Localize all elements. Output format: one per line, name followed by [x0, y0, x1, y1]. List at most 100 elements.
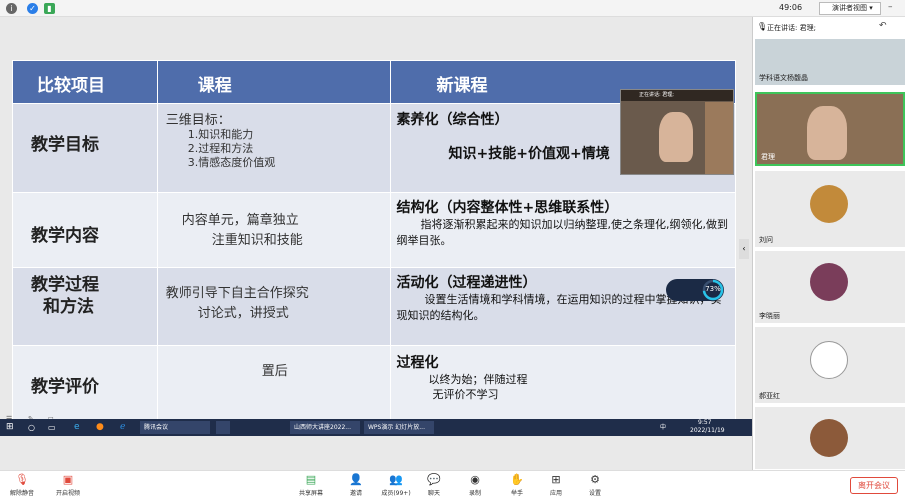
meeting-timer: 49:06: [779, 3, 803, 12]
cpu-progress-badge[interactable]: 73%: [666, 279, 724, 301]
taskbar-app-label: WPS演示 幻灯片放...: [368, 424, 425, 431]
record-icon: ◉: [470, 473, 480, 486]
participant-tile[interactable]: 学科语文杨馥晶: [755, 39, 905, 85]
minimize-icon[interactable]: –: [888, 2, 893, 12]
participant-tile[interactable]: 刘问: [755, 171, 905, 247]
meeting-toolbar: 🎙 解除静音 ▣ 开启视频 ▤ 共享屏幕 👤 邀请 👥 成员(99+) 💬 聊天…: [0, 470, 905, 499]
ie-icon[interactable]: ℯ: [120, 421, 125, 434]
right-line: 无评价不学习: [432, 388, 499, 401]
share-screen-button[interactable]: ▤ 共享屏幕: [289, 473, 333, 497]
leave-meeting-button[interactable]: 离开会议: [850, 477, 898, 494]
settings-icon: ⚙: [590, 473, 600, 486]
taskbar-app[interactable]: WPS演示 幻灯片放...: [364, 421, 434, 434]
row-label: 和方法: [43, 297, 94, 317]
firefox-icon[interactable]: ●: [96, 421, 104, 434]
input-language[interactable]: 中: [660, 421, 666, 434]
participant-tile[interactable]: 郝亚红: [755, 327, 905, 403]
row-label: 教学内容: [12, 192, 158, 268]
participant-name: 李晓丽: [759, 312, 780, 320]
participant-tile[interactable]: 李晓丽: [755, 251, 905, 323]
settings-button[interactable]: ⚙ 设置: [573, 473, 617, 497]
middle-line: 教师引导下自主合作探究: [165, 286, 309, 301]
members-icon: 👥: [389, 473, 403, 486]
button-label: 举手: [510, 490, 523, 497]
taskbar-app[interactable]: 腾讯会议: [140, 421, 210, 434]
record-button[interactable]: ◉ 录制: [453, 473, 497, 497]
windows-start-icon[interactable]: ⊞: [6, 421, 14, 434]
video-off-icon: ▣: [62, 473, 74, 486]
speaking-label: 正在讲话: 君理;: [639, 92, 674, 98]
button-label: 录制: [468, 490, 481, 497]
speaker-avatar: [659, 112, 693, 162]
info-icon[interactable]: i: [6, 3, 17, 14]
row-label: 教学过程: [31, 275, 99, 295]
right-title: 结构化（内容整体性+思维联系性）: [396, 200, 619, 216]
sidebar-header: 🎙 正在讲话: 君理; ↶: [753, 17, 905, 39]
bookshelf-image: [705, 102, 733, 174]
shared-screen: 比较项目 课程 新课程 教学目标 三维目标： 1.知识和能力 2.过程和方法 3…: [0, 17, 752, 470]
unmute-button[interactable]: 🎙 解除静音: [0, 473, 44, 497]
chat-icon: 💬: [427, 473, 441, 486]
participant-name: 刘问: [759, 236, 773, 244]
participant-tile[interactable]: [755, 407, 905, 469]
right-line: 以终为始；伴随过程: [428, 373, 528, 386]
table-row: 教学内容 内容单元，篇章独立 注重知识和技能 结构化（内容整体性+思维联系性） …: [12, 192, 736, 268]
middle-item: 1.知识和能力: [187, 128, 254, 141]
participant-tile-active[interactable]: 君理: [755, 92, 905, 166]
raise-hand-button[interactable]: ✋ 举手: [495, 473, 539, 497]
top-bar: i ✓ ▮ 49:06 演讲者视图 ▾ –: [0, 0, 905, 17]
edge-icon[interactable]: e: [74, 421, 80, 434]
taskbar-app-label: 腾讯会议: [144, 424, 169, 431]
row-label: 教学目标: [12, 103, 158, 193]
raise-hand-icon: ✋: [510, 473, 524, 486]
clock-date: 2022/11/19: [690, 427, 725, 434]
speaker-view-label: 演讲者视图: [832, 4, 867, 12]
taskbar-app-label: 山西师大讲座2022...: [294, 424, 351, 431]
middle-title: 三维目标：: [165, 113, 231, 128]
button-label: 共享屏幕: [298, 490, 323, 497]
shield-icon[interactable]: ✓: [27, 3, 38, 14]
participant-avatar: [810, 419, 848, 457]
participant-avatar: [810, 341, 848, 379]
chat-button[interactable]: 💬 聊天: [412, 473, 456, 497]
participant-avatar: [810, 185, 848, 223]
taskbar-app[interactable]: [216, 421, 230, 434]
middle-line: 注重知识和技能: [211, 233, 303, 248]
progress-label: 73%: [705, 285, 721, 293]
windows-taskbar: ⊞ ○ ▭ e ● ℯ 腾讯会议 山西师大讲座2022... WPS演示 幻灯片…: [0, 419, 752, 436]
middle-item: 2.过程和方法: [187, 142, 254, 155]
middle-line: 内容单元，篇章独立: [181, 213, 299, 228]
signal-icon[interactable]: ▮: [44, 3, 55, 14]
participant-name: 君理: [761, 153, 775, 161]
floating-video[interactable]: 正在讲话: 君理;: [620, 89, 734, 175]
taskbar-app[interactable]: 山西师大讲座2022...: [290, 421, 360, 434]
start-video-button[interactable]: ▣ 开启视频: [46, 473, 90, 497]
floating-video-header: 正在讲话: 君理;: [621, 90, 733, 101]
speaker-view-dropdown[interactable]: 演讲者视图 ▾: [819, 2, 881, 15]
header-compare-item: 比较项目: [12, 60, 158, 104]
invite-icon: 👤: [349, 473, 363, 486]
share-screen-icon: ▤: [305, 473, 317, 486]
search-icon[interactable]: ○: [28, 421, 35, 434]
participant-name: 学科语文杨馥晶: [759, 74, 808, 82]
button-label: 邀请: [349, 490, 362, 497]
participant-avatar: [810, 263, 848, 301]
participant-sidebar: 🎙 正在讲话: 君理; ↶ 学科语文杨馥晶 君理 刘问 李晓丽 郝亚红 ‹: [739, 17, 905, 470]
button-label: 聊天: [427, 490, 440, 497]
collapse-icon[interactable]: ↶: [879, 21, 887, 31]
invite-button[interactable]: 👤 邀请: [334, 473, 378, 497]
button-label: 设置: [588, 490, 601, 497]
sidebar-speaking-label: 正在讲话: 君理;: [767, 24, 816, 32]
table-row: 教学过程 和方法 教师引导下自主合作探究 讨论式，讲授式 活动化（过程递进性） …: [12, 267, 736, 346]
apps-button[interactable]: ⊞ 应用: [534, 473, 578, 497]
participant-name: 郝亚红: [759, 392, 780, 400]
sidebar-collapse-arrow[interactable]: ‹: [739, 239, 749, 259]
right-title: 过程化: [396, 355, 439, 371]
participant-avatar: [807, 106, 847, 160]
header-course: 课程: [156, 60, 391, 104]
mic-icon: 🎙: [757, 22, 768, 31]
middle-line: 讨论式，讲授式: [197, 306, 289, 321]
taskview-icon[interactable]: ▭: [48, 421, 56, 434]
button-label: 开启视频: [55, 490, 80, 497]
mic-muted-icon: 🎙: [15, 473, 29, 486]
